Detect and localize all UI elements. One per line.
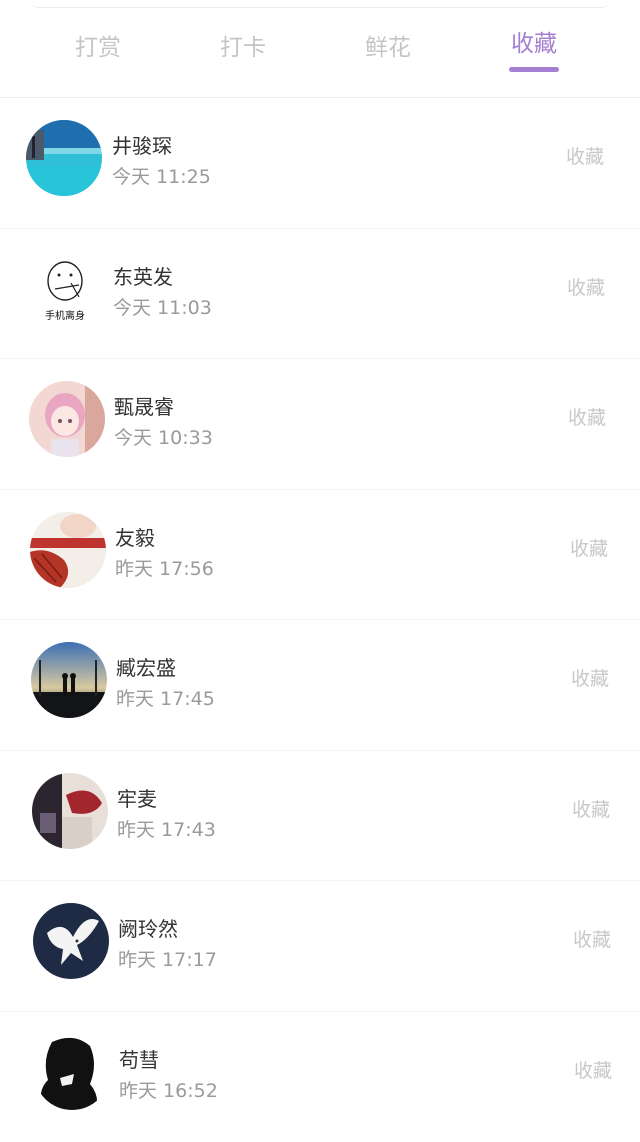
user-name: 阙玲然 (118, 913, 178, 942)
avatar[interactable] (31, 642, 107, 718)
favorite-button[interactable]: 收藏 (571, 664, 609, 691)
collect-time: 今天 11:25 (112, 162, 211, 189)
favorite-button[interactable]: 收藏 (568, 403, 606, 430)
list-item[interactable]: 友毅 昨天 17:56 收藏 (0, 490, 640, 621)
avatar-caption: 手机离身 (45, 309, 85, 322)
avatar[interactable]: 手机离身 (27, 251, 103, 327)
favorites-list: 井骏琛 今天 11:25 收藏 手机离身 东英发 今天 11:03 收藏 (0, 98, 640, 1142)
avatar-couple-bridge-image (31, 642, 107, 718)
collect-time: 昨天 17:56 (115, 554, 214, 581)
avatar-sea-image (26, 120, 102, 196)
tab-bar: 打赏 打卡 鲜花 收藏 (0, 0, 640, 98)
list-item[interactable]: 井骏琛 今天 11:25 收藏 (0, 98, 640, 229)
list-item[interactable]: 苟彗 昨天 16:52 收藏 (0, 1012, 640, 1142)
favorite-button[interactable]: 收藏 (570, 534, 608, 561)
list-item[interactable]: 手机离身 东英发 今天 11:03 收藏 (0, 229, 640, 360)
tab-favorites-label: 收藏 (511, 31, 557, 57)
active-tab-indicator (509, 67, 559, 72)
avatar-anime-girl-image (29, 381, 105, 457)
collect-time: 今天 10:33 (114, 423, 213, 450)
tab-flowers[interactable]: 鲜花 (333, 28, 443, 68)
collect-time: 昨天 17:43 (117, 815, 216, 842)
avatar-silhouette-image (34, 1034, 110, 1110)
collect-time: 今天 11:03 (113, 293, 212, 320)
favorite-button[interactable]: 收藏 (572, 795, 610, 822)
avatar-dove-image (33, 903, 109, 979)
user-name: 甄晟睿 (114, 391, 174, 420)
favorite-button[interactable]: 收藏 (574, 1056, 612, 1083)
avatar-red-hat-image (32, 773, 108, 849)
avatar[interactable] (34, 1034, 110, 1110)
avatar[interactable] (33, 903, 109, 979)
user-name: 友毅 (115, 522, 155, 551)
avatar[interactable] (26, 120, 102, 196)
list-item[interactable]: 臧宏盛 昨天 17:45 收藏 (0, 620, 640, 751)
avatar[interactable] (30, 512, 106, 588)
avatar-red-knit-image (30, 512, 106, 588)
tab-reward[interactable]: 打赏 (43, 28, 153, 68)
list-item[interactable]: 牢麦 昨天 17:43 收藏 (0, 751, 640, 882)
favorite-button[interactable]: 收藏 (573, 925, 611, 952)
avatar[interactable] (29, 381, 105, 457)
avatar[interactable] (32, 773, 108, 849)
user-name: 臧宏盛 (116, 652, 176, 681)
user-name: 东英发 (113, 261, 173, 290)
user-name: 牢麦 (117, 783, 157, 812)
avatar-sketch-image: 手机离身 (27, 251, 103, 327)
favorite-button[interactable]: 收藏 (567, 273, 605, 300)
favorite-button[interactable]: 收藏 (566, 142, 604, 169)
collect-time: 昨天 17:45 (116, 684, 215, 711)
tab-checkin[interactable]: 打卡 (188, 28, 298, 68)
user-name: 井骏琛 (112, 130, 172, 159)
user-name: 苟彗 (119, 1044, 159, 1073)
collect-time: 昨天 16:52 (119, 1076, 218, 1103)
list-item[interactable]: 甄晟睿 今天 10:33 收藏 (0, 359, 640, 490)
list-item[interactable]: 阙玲然 昨天 17:17 收藏 (0, 881, 640, 1012)
tab-favorites[interactable]: 收藏 (479, 24, 589, 64)
collect-time: 昨天 17:17 (118, 945, 217, 972)
